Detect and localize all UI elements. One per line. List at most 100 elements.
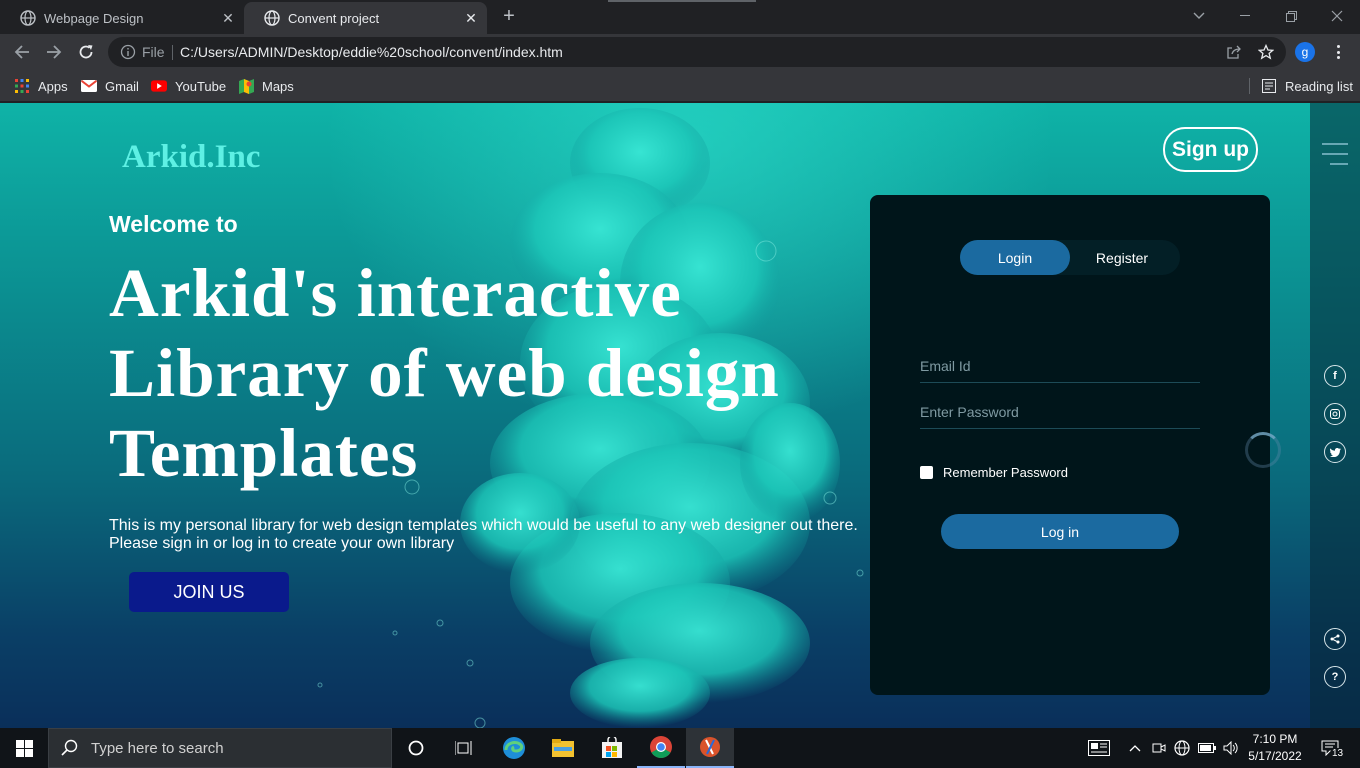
youtube-icon [151,78,167,94]
start-button[interactable] [0,728,48,768]
bookmark-label: Gmail [105,78,139,94]
windows-logo-icon [15,739,33,757]
brand-logo[interactable]: Arkid.Inc [122,139,260,176]
tab-search-button[interactable] [1176,0,1222,32]
join-us-button[interactable]: JOIN US [129,572,289,612]
window-drag-indicator [608,0,756,2]
bookmarks-bar: Apps Gmail YouTube Maps Reading list [0,70,1360,102]
taskbar-file-explorer[interactable] [539,728,587,768]
bookmark-label: Apps [38,78,68,94]
scheme-label: File [142,44,165,60]
sign-up-button[interactable]: Sign up [1163,127,1258,172]
instagram-icon[interactable] [1324,403,1346,425]
globe-icon [264,10,280,26]
headline-line: Arkid's interactive [109,255,682,331]
windows-taskbar: Type here to search 7:10 PM 5/17/2022 13 [0,728,1360,768]
globe-icon [20,10,36,26]
bookmark-gmail[interactable]: Gmail [81,76,139,96]
scissors-icon [700,737,720,757]
meet-now-icon[interactable] [1150,728,1168,768]
minimize-button[interactable] [1222,0,1268,32]
address-bar[interactable]: File C:/Users/ADMIN/Desktop/eddie%20scho… [108,37,1286,67]
taskbar-store[interactable] [588,728,636,768]
info-icon[interactable] [120,44,136,60]
notification-center-button[interactable]: 13 [1316,728,1346,768]
help-icon[interactable]: ? [1324,666,1346,688]
reload-button[interactable] [74,40,98,64]
bookmark-star-icon[interactable] [1257,43,1275,61]
reading-list-button[interactable]: Reading list [1261,76,1353,96]
close-icon[interactable]: ✕ [463,10,479,26]
tab-login[interactable]: Login [960,240,1070,275]
tab-webpage-design[interactable]: Webpage Design ✕ [0,2,244,34]
taskbar-snipping-tool[interactable] [686,728,734,768]
forward-button[interactable] [42,40,66,64]
chevron-up-icon[interactable] [1126,728,1144,768]
task-view-button[interactable] [440,728,488,768]
gmail-icon [81,78,97,94]
tab-register[interactable]: Register [1070,240,1174,275]
headline-line: Templates [109,415,419,491]
tab-convent-project[interactable]: Convent project ✕ [244,2,487,34]
taskbar-edge[interactable] [490,728,538,768]
tab-title: Webpage Design [44,10,144,26]
bookmark-apps[interactable]: Apps [14,76,68,96]
hamburger-menu-icon[interactable] [1322,143,1348,165]
apps-grid-icon [14,78,30,94]
facebook-icon[interactable]: f [1324,365,1346,387]
network-globe-icon[interactable] [1172,728,1192,768]
more-menu-icon[interactable] [1330,42,1346,62]
restore-button[interactable] [1268,0,1314,32]
taskbar-chrome[interactable] [637,728,685,768]
loading-spinner-icon [1245,432,1281,468]
bookmark-youtube[interactable]: YouTube [151,76,226,96]
task-view-icon [455,741,472,755]
battery-icon[interactable] [1196,728,1218,768]
tab-title: Convent project [288,10,380,26]
reading-list-icon [1261,78,1277,94]
system-clock[interactable]: 7:10 PM 5/17/2022 [1240,731,1310,765]
browser-tab-strip: Webpage Design ✕ Convent project ✕ + [0,0,1360,34]
taskbar-search-box[interactable]: Type here to search [48,728,392,768]
twitter-icon[interactable] [1324,441,1346,463]
chrome-icon [650,736,672,758]
hero-description: This is my personal library for web desi… [109,517,869,553]
chevron-down-icon [1193,12,1205,19]
reload-icon [79,45,93,59]
share-icon[interactable] [1324,628,1346,650]
email-field[interactable]: Email Id [920,355,1200,383]
headline-line: Library of web design [109,335,780,411]
news-widget-icon[interactable] [1084,728,1114,768]
bookmark-maps[interactable]: Maps [238,76,294,96]
arrow-right-icon [47,45,62,59]
store-icon [602,737,622,758]
password-field[interactable]: Enter Password [920,401,1200,429]
reading-list-label: Reading list [1285,78,1353,94]
log-in-button[interactable]: Log in [941,514,1179,549]
cortana-button[interactable] [392,728,440,768]
url-text[interactable]: C:/Users/ADMIN/Desktop/eddie%20school/co… [180,44,563,60]
back-button[interactable] [10,40,34,64]
new-tab-button[interactable]: + [498,6,520,28]
divider [172,45,173,60]
volume-icon[interactable] [1220,728,1242,768]
description-line: This is my personal library for web desi… [109,517,858,534]
remember-password[interactable]: Remember Password [920,465,1068,480]
profile-avatar[interactable]: g [1295,42,1315,62]
minimize-icon [1240,15,1250,16]
divider [1249,78,1250,94]
remember-checkbox[interactable] [920,466,933,479]
welcome-text: Welcome to [109,211,238,237]
share-icon[interactable] [1225,43,1243,61]
login-panel: Login Register Email Id Enter Password R… [870,195,1270,695]
cortana-icon [408,740,424,756]
remember-label: Remember Password [943,465,1068,480]
bookmark-label: Maps [262,78,294,94]
close-icon[interactable]: ✕ [220,10,236,26]
close-window-button[interactable] [1314,0,1360,32]
folder-icon [552,739,574,757]
close-icon [1331,10,1343,22]
arrow-left-icon [14,45,29,59]
search-icon [61,739,78,756]
description-line: Please sign in or log in to create your … [109,535,455,552]
